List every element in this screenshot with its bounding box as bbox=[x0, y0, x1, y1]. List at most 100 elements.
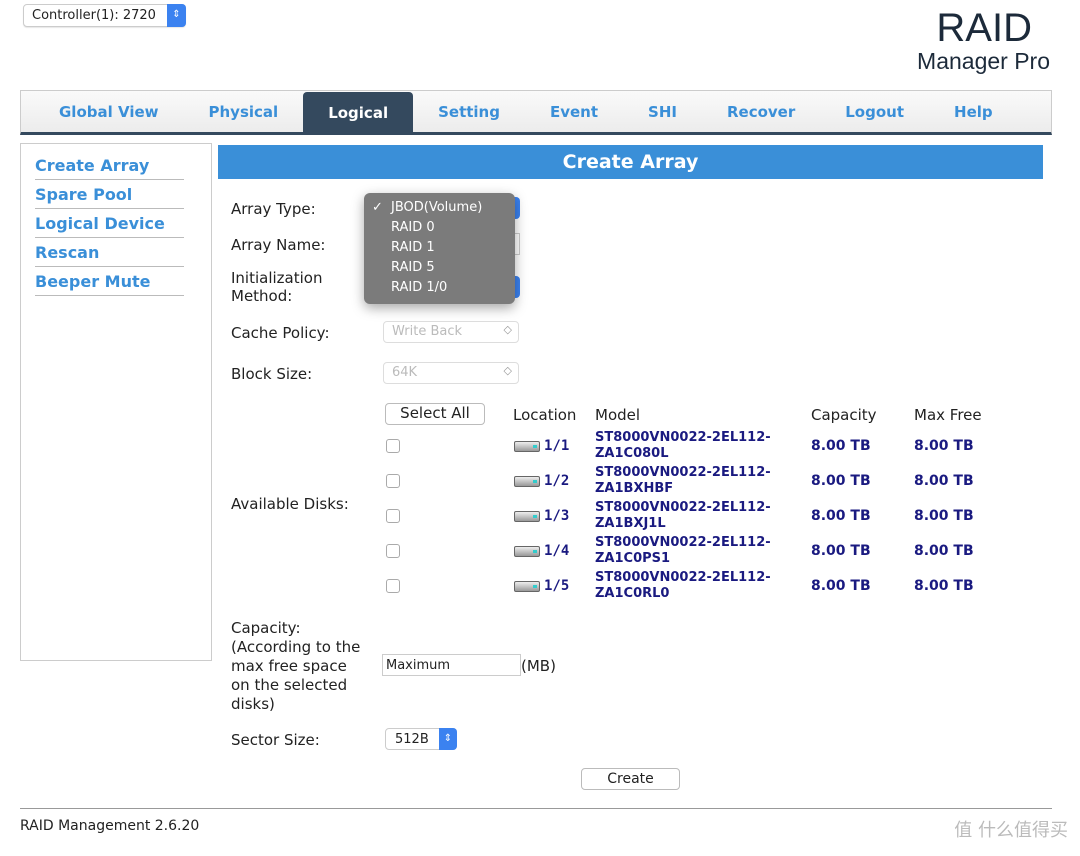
sector-size-value: 512B bbox=[395, 732, 429, 747]
sidebar-item-spare-pool[interactable]: Spare Pool bbox=[35, 180, 184, 209]
location-value: 1/3 bbox=[544, 508, 570, 524]
sidebar-item-create-array[interactable]: Create Array bbox=[35, 144, 184, 180]
init-label: Initialization Method: bbox=[231, 269, 322, 305]
logo-title: RAID bbox=[936, 6, 1032, 50]
column-max-free: Max Free bbox=[914, 406, 982, 424]
sector-size-label: Sector Size: bbox=[231, 731, 320, 749]
model-line: ST8000VN0022-2EL112- bbox=[595, 570, 771, 585]
tab-logical[interactable]: Logical bbox=[303, 92, 414, 132]
disk-model: ST8000VN0022-2EL112- ZA1BXJ1L bbox=[595, 500, 771, 532]
block-size-select[interactable]: 64K ◇ bbox=[383, 362, 519, 384]
disk-location: 1/1 bbox=[514, 438, 569, 454]
disk-max-free: 8.00 TB bbox=[914, 543, 974, 559]
capacity-label-line: (According to the bbox=[231, 638, 361, 656]
tab-setting[interactable]: Setting bbox=[413, 91, 525, 132]
disk-location: 1/5 bbox=[514, 578, 569, 594]
hard-disk-icon bbox=[514, 440, 540, 452]
dropdown-option[interactable]: RAID 0 bbox=[364, 218, 515, 238]
array-name-label: Array Name: bbox=[231, 236, 326, 254]
watermark: 值 什么值得买 bbox=[954, 820, 1068, 841]
option-label: RAID 5 bbox=[391, 260, 435, 275]
controller-value: Controller(1): 2720 bbox=[32, 8, 156, 23]
disk-checkbox[interactable] bbox=[386, 439, 400, 453]
chevron-updown-icon: ⇕ bbox=[439, 728, 457, 750]
disk-model: ST8000VN0022-2EL112- ZA1BXHBF bbox=[595, 465, 771, 497]
tab-global-view[interactable]: Global View bbox=[21, 91, 184, 132]
dropdown-option[interactable]: RAID 5 bbox=[364, 258, 515, 278]
dropdown-option[interactable]: RAID 1/0 bbox=[364, 278, 515, 298]
cache-policy-value: Write Back bbox=[392, 324, 463, 339]
model-line: ZA1C0PS1 bbox=[595, 551, 671, 566]
location-value: 1/1 bbox=[544, 438, 570, 454]
capacity-unit: (MB) bbox=[521, 657, 556, 675]
dropdown-option[interactable]: RAID 1 bbox=[364, 238, 515, 258]
hard-disk-icon bbox=[514, 475, 540, 487]
hard-disk-icon bbox=[514, 545, 540, 557]
tab-shi[interactable]: SHI bbox=[623, 91, 702, 132]
capacity-label: Capacity: (According to the max free space… bbox=[231, 619, 360, 714]
option-label: RAID 0 bbox=[391, 220, 435, 235]
capacity-label-line: disks) bbox=[231, 695, 275, 713]
page-title: Create Array bbox=[218, 145, 1043, 179]
cache-policy-select[interactable]: Write Back ◇ bbox=[383, 321, 519, 343]
sidebar-item-rescan[interactable]: Rescan bbox=[35, 238, 184, 267]
available-disks-label: Available Disks: bbox=[231, 495, 349, 513]
logo-subtitle: Manager Pro bbox=[917, 48, 1050, 74]
array-type-label: Array Type: bbox=[231, 200, 316, 218]
chevron-updown-icon: ⇕ bbox=[167, 4, 186, 27]
disk-max-free: 8.00 TB bbox=[914, 438, 974, 454]
sector-size-select[interactable]: 512B ⇕ bbox=[385, 728, 457, 750]
disk-location: 1/2 bbox=[514, 473, 569, 489]
capacity-input[interactable]: Maximum bbox=[382, 654, 521, 676]
tab-recover[interactable]: Recover bbox=[702, 91, 820, 132]
model-line: ZA1C080L bbox=[595, 446, 669, 461]
tab-event[interactable]: Event bbox=[525, 91, 623, 132]
create-button[interactable]: Create bbox=[581, 768, 680, 790]
option-label: RAID 1/0 bbox=[391, 280, 448, 295]
column-model: Model bbox=[595, 406, 641, 424]
model-line: ST8000VN0022-2EL112- bbox=[595, 430, 771, 445]
checkmark-icon: ✓ bbox=[372, 200, 383, 215]
sidebar-item-logical-device[interactable]: Logical Device bbox=[35, 209, 184, 238]
disk-model: ST8000VN0022-2EL112- ZA1C080L bbox=[595, 430, 771, 462]
disk-location: 1/3 bbox=[514, 508, 569, 524]
sidebar-item-beeper-mute[interactable]: Beeper Mute bbox=[35, 267, 184, 296]
capacity-label-line: Capacity: bbox=[231, 619, 301, 637]
sidebar: Create Array Spare Pool Logical Device Resc… bbox=[20, 143, 212, 661]
disk-capacity: 8.00 TB bbox=[811, 438, 871, 454]
hard-disk-icon bbox=[514, 580, 540, 592]
model-line: ZA1BXHBF bbox=[595, 481, 674, 496]
tab-physical[interactable]: Physical bbox=[184, 91, 304, 132]
cache-policy-label: Cache Policy: bbox=[231, 324, 330, 342]
footer-divider bbox=[20, 808, 1052, 809]
disk-checkbox[interactable] bbox=[386, 509, 400, 523]
model-line: ZA1C0RL0 bbox=[595, 586, 670, 601]
hard-disk-icon bbox=[514, 510, 540, 522]
disk-max-free: 8.00 TB bbox=[914, 508, 974, 524]
block-size-value: 64K bbox=[392, 365, 418, 380]
disk-capacity: 8.00 TB bbox=[811, 473, 871, 489]
disk-capacity: 8.00 TB bbox=[811, 543, 871, 559]
option-label: JBOD(Volume) bbox=[391, 200, 483, 215]
tab-logout[interactable]: Logout bbox=[820, 91, 929, 132]
disk-checkbox[interactable] bbox=[386, 544, 400, 558]
location-value: 1/5 bbox=[544, 578, 570, 594]
init-label-line: Initialization bbox=[231, 269, 323, 287]
disk-model: ST8000VN0022-2EL112- ZA1C0PS1 bbox=[595, 535, 771, 567]
dropdown-option[interactable]: ✓ JBOD(Volume) bbox=[364, 198, 515, 218]
disk-model: ST8000VN0022-2EL112- ZA1C0RL0 bbox=[595, 570, 771, 602]
model-line: ST8000VN0022-2EL112- bbox=[595, 465, 771, 480]
disk-checkbox[interactable] bbox=[386, 579, 400, 593]
disk-capacity: 8.00 TB bbox=[811, 578, 871, 594]
disk-checkbox[interactable] bbox=[386, 474, 400, 488]
tab-help[interactable]: Help bbox=[929, 91, 1018, 132]
column-capacity: Capacity bbox=[811, 406, 877, 424]
disk-max-free: 8.00 TB bbox=[914, 473, 974, 489]
select-all-button[interactable]: Select All bbox=[385, 403, 485, 425]
model-line: ST8000VN0022-2EL112- bbox=[595, 535, 771, 550]
disk-location: 1/4 bbox=[514, 543, 569, 559]
controller-select[interactable]: Controller(1): 2720 ⇕ bbox=[23, 4, 186, 27]
model-line: ZA1BXJ1L bbox=[595, 516, 666, 531]
block-size-label: Block Size: bbox=[231, 365, 313, 383]
init-label-line: Method: bbox=[231, 287, 293, 305]
